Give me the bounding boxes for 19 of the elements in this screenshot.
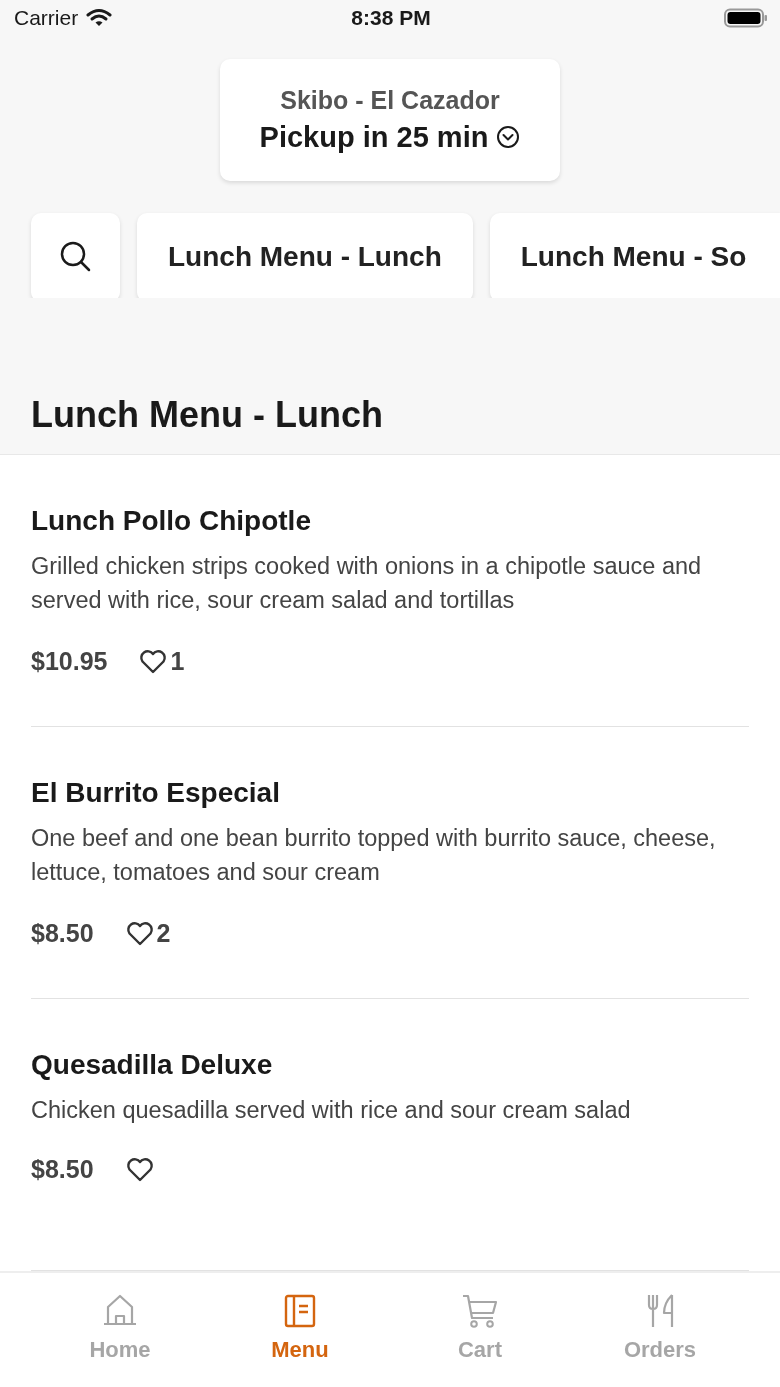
pickup-time: Pickup in 25 min xyxy=(259,120,489,154)
item-price: $8.50 xyxy=(31,1155,94,1184)
like-count: 1 xyxy=(170,647,185,676)
carrier-name: Carrier xyxy=(14,6,79,31)
category-tab[interactable]: Lunch Menu - So xyxy=(489,212,780,298)
item-description: Grilled chicken strips cooked with onions in a chipotle sauce and served with rice, sour cream salad and tortillas xyxy=(31,552,703,615)
pickup-selector[interactable]: Skibo - El Cazador Pickup in 25 min xyxy=(220,58,560,181)
item-price: $10.95 xyxy=(31,647,108,676)
item-description: Chicken quesadilla served with rice and sour cream salad xyxy=(31,1096,632,1125)
item-description: One beef and one bean burrito topped with burrito sauce, cheese, lettuce, tomatoes and sour cream xyxy=(31,824,717,887)
tab-bar-item[interactable]: Menu xyxy=(225,1273,375,1387)
category-tab[interactable]: Lunch Menu - Lunch xyxy=(137,212,473,298)
store-name: Skibo - El Cazador xyxy=(280,85,500,115)
like-count: 2 xyxy=(156,919,171,948)
item-name[interactable]: Lunch Pollo Chipotle xyxy=(31,505,749,537)
status-time: 8:38 PM xyxy=(351,6,431,31)
item-name[interactable]: El Burrito Especial xyxy=(31,777,749,809)
item-name[interactable]: Quesadilla Deluxe xyxy=(31,1049,749,1081)
item-price: $8.50 xyxy=(31,919,94,948)
